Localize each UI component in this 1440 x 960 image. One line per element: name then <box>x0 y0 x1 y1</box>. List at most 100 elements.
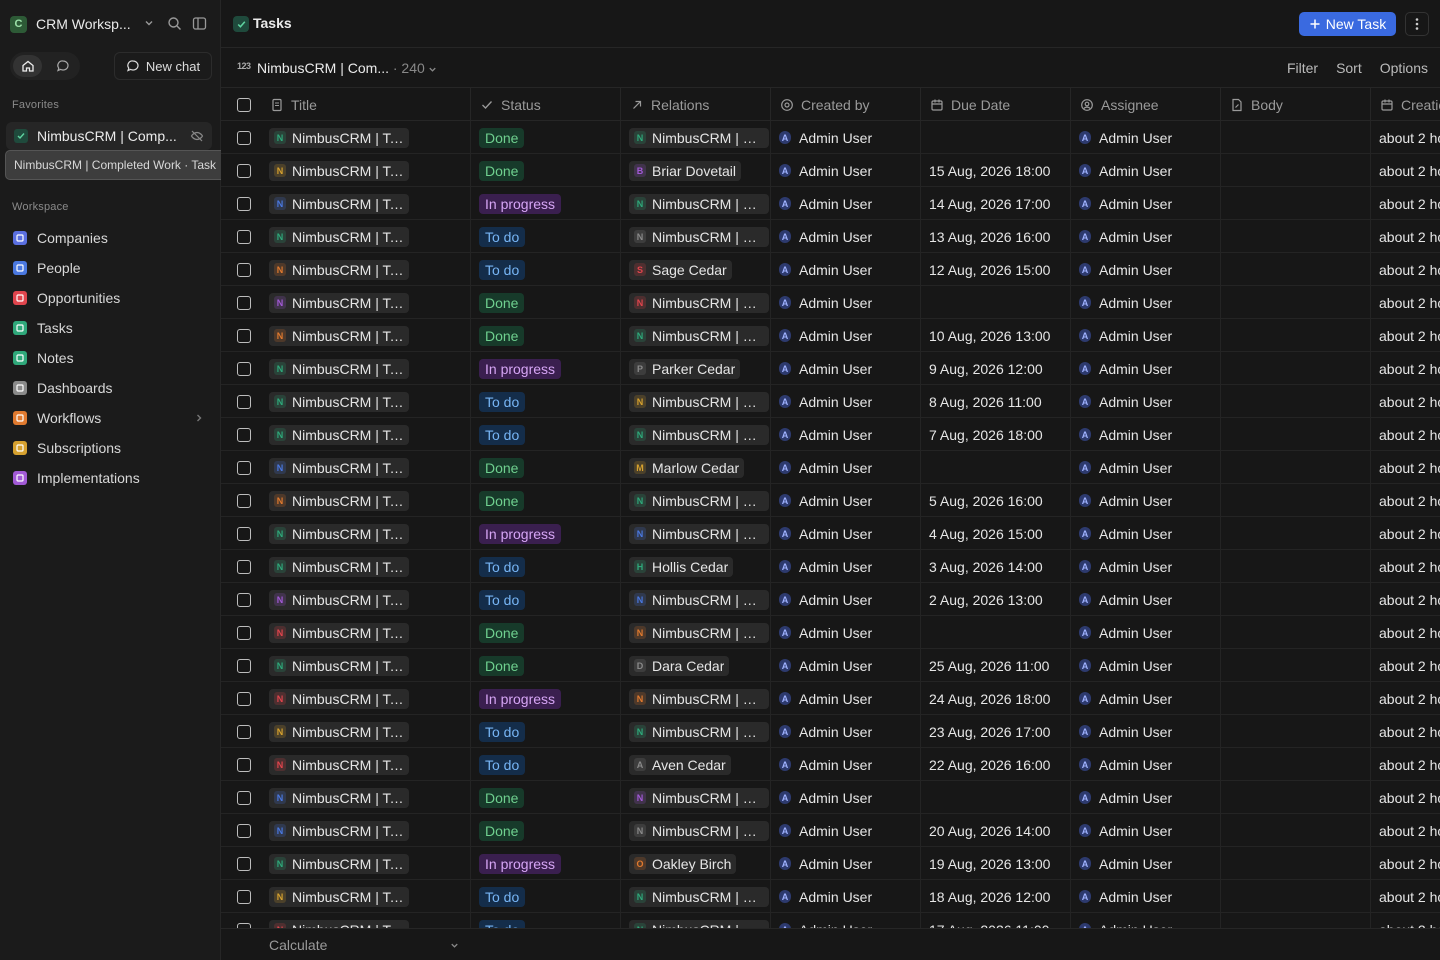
relation-chip[interactable]: N NimbusCRM | Co... <box>629 127 769 148</box>
title-chip[interactable]: N NimbusCRM | Task 233 | Re... <box>269 358 409 379</box>
relations-cell[interactable]: N NimbusCRM | Op... <box>621 682 771 715</box>
created-by-cell[interactable]: A Admin User <box>771 583 921 616</box>
body-cell[interactable] <box>1221 352 1371 385</box>
title-chip[interactable]: N NimbusCRM | Task 218 | Co... <box>269 853 409 874</box>
title-cell[interactable]: N NimbusCRM | Task 232 | Pr... <box>261 385 471 418</box>
body-cell[interactable] <box>1221 517 1371 550</box>
title-cell[interactable]: N NimbusCRM | Task 225 | Sc... <box>261 616 471 649</box>
options-button[interactable]: Options <box>1380 60 1428 76</box>
created-by-cell[interactable]: A Admin User <box>771 286 921 319</box>
created-by-cell[interactable]: A Admin User <box>771 814 921 847</box>
relation-chip[interactable]: P Parker Cedar <box>629 358 741 379</box>
new-task-button[interactable]: New Task <box>1299 12 1396 36</box>
row-checkbox[interactable] <box>237 625 251 640</box>
created-by-cell[interactable]: A Admin User <box>771 121 921 154</box>
title-chip[interactable]: N NimbusCRM | Task 231 | Dis... <box>269 424 409 445</box>
table-row[interactable]: N NimbusCRM | Task 229 | U... Done N NimbusC… <box>221 484 1440 517</box>
relations-cell[interactable]: A Aven Cedar <box>621 748 771 781</box>
due-date-cell[interactable]: 5 Aug, 2026 16:00 <box>921 484 1071 517</box>
creation-date-cell[interactable]: about 2 hours ago <box>1371 220 1440 253</box>
assignee-cell[interactable]: AAdmin User <box>1071 880 1221 913</box>
favorite-item[interactable]: NimbusCRM | Comp... <box>6 122 212 150</box>
title-chip[interactable]: N NimbusCRM | Task 235 | Sc... <box>269 292 409 313</box>
title-chip[interactable]: N NimbusCRM | Task 221 | Dis... <box>269 754 409 775</box>
due-date-cell[interactable]: 22 Aug, 2026 16:00 <box>921 748 1071 781</box>
assignee-cell[interactable]: AAdmin User <box>1071 253 1221 286</box>
relation-chip[interactable]: A Aven Cedar <box>629 754 731 775</box>
title-cell[interactable]: NNimbusCRM | Task 216 | Va... <box>261 913 471 928</box>
title-cell[interactable]: N NimbusCRM | Task 228 | C... <box>261 517 471 550</box>
due-date-cell[interactable]: 12 Aug, 2026 15:00 <box>921 253 1071 286</box>
due-date-cell[interactable] <box>921 121 1071 154</box>
body-cell[interactable] <box>1221 319 1371 352</box>
relation-chip[interactable]: N NimbusCRM | Op... <box>629 490 769 511</box>
creation-date-cell[interactable]: about 2 hours ago <box>1371 781 1440 814</box>
body-cell[interactable] <box>1221 187 1371 220</box>
title-cell[interactable]: N NimbusCRM | Task 237 | Dr... <box>261 220 471 253</box>
workspace-switcher[interactable]: C CRM Worksp... <box>10 12 210 36</box>
table-row[interactable]: N NimbusCRM | Task 228 | C... In progress N… <box>221 517 1440 550</box>
status-cell[interactable]: To do <box>471 715 621 748</box>
creation-date-cell[interactable]: about 2 hours ago <box>1371 913 1440 929</box>
relation-chip[interactable]: O Oakley Birch <box>629 853 737 874</box>
assignee-cell[interactable]: AAdmin User <box>1071 187 1221 220</box>
created-by-cell[interactable]: A Admin User <box>771 319 921 352</box>
created-by-cell[interactable]: A Admin User <box>771 880 921 913</box>
title-chip[interactable]: N NimbusCRM | Task 217 | Dr... <box>269 886 409 907</box>
created-by-cell[interactable]: A Admin User <box>771 220 921 253</box>
relations-cell[interactable]: N NimbusCRM | Op... <box>621 187 771 220</box>
column-header-creation-date[interactable]: Creatio <box>1371 88 1440 121</box>
search-icon[interactable] <box>167 16 182 31</box>
creation-date-cell[interactable]: about 2 hours ago <box>1371 418 1440 451</box>
assignee-cell[interactable]: AAdmin User <box>1071 484 1221 517</box>
table-row[interactable]: N NimbusCRM | Task 217 | Dr... To do N Nimbu… <box>221 880 1440 913</box>
due-date-cell[interactable]: 24 Aug, 2026 18:00 <box>921 682 1071 715</box>
assignee-cell[interactable]: AAdmin User <box>1071 418 1221 451</box>
created-by-cell[interactable]: A Admin User <box>771 451 921 484</box>
title-cell[interactable]: N NimbusCRM | Task 227 | Dr... <box>261 550 471 583</box>
assignee-cell[interactable]: AAdmin User <box>1071 319 1221 352</box>
due-date-cell[interactable] <box>921 781 1071 814</box>
row-checkbox[interactable] <box>237 559 251 574</box>
relations-cell[interactable]: N NimbusCRM | Op... <box>621 484 771 517</box>
due-date-cell[interactable] <box>921 286 1071 319</box>
status-cell[interactable]: Done <box>471 814 621 847</box>
body-cell[interactable] <box>1221 682 1371 715</box>
table-row[interactable]: N NimbusCRM | Task 236 | Va... To do S Sage … <box>221 253 1440 286</box>
due-date-cell[interactable]: 20 Aug, 2026 14:00 <box>921 814 1071 847</box>
relations-cell[interactable]: N NimbusCRM | Op... <box>621 583 771 616</box>
title-chip[interactable]: N NimbusCRM | Task 239 | U... <box>269 160 409 181</box>
row-checkbox[interactable] <box>237 724 251 739</box>
table-row[interactable]: N NimbusCRM | Task 218 | Co... In progress… <box>221 847 1440 880</box>
title-cell[interactable]: N NimbusCRM | Task 233 | Re... <box>261 352 471 385</box>
status-cell[interactable]: To do <box>471 913 621 928</box>
sidebar-item-subscriptions[interactable]: Subscriptions <box>6 434 212 462</box>
created-by-cell[interactable]: A Admin User <box>771 847 921 880</box>
relation-chip[interactable]: M Marlow Cedar <box>629 457 745 478</box>
creation-date-cell[interactable]: about 2 hours ago <box>1371 352 1440 385</box>
table-row[interactable]: N NimbusCRM | Task 235 | Sc... Done N Nimbus… <box>221 286 1440 319</box>
row-checkbox[interactable] <box>237 757 251 772</box>
creation-date-cell[interactable]: about 2 hours ago <box>1371 154 1440 187</box>
assignee-cell[interactable]: AAdmin User <box>1071 352 1221 385</box>
row-checkbox[interactable] <box>237 262 251 277</box>
table-row[interactable]: N NimbusCRM | Task 223 | Re... In progress… <box>221 682 1440 715</box>
assignee-cell[interactable]: AAdmin User <box>1071 913 1221 928</box>
relations-cell[interactable]: B Briar Dovetail <box>621 154 771 187</box>
status-cell[interactable]: To do <box>471 880 621 913</box>
due-date-cell[interactable] <box>921 451 1071 484</box>
body-cell[interactable] <box>1221 880 1371 913</box>
status-cell[interactable]: In progress <box>471 187 621 220</box>
status-cell[interactable]: In progress <box>471 847 621 880</box>
relation-chip[interactable]: N NimbusCRM | Co... <box>629 325 769 346</box>
row-checkbox[interactable] <box>237 823 251 838</box>
title-chip[interactable]: N NimbusCRM | Task 230 | Sh... <box>269 457 409 478</box>
title-cell[interactable]: N NimbusCRM | Task 234 | C... <box>261 319 471 352</box>
creation-date-cell[interactable]: about 2 hours ago <box>1371 847 1440 880</box>
title-chip[interactable]: N NimbusCRM | Task 220 | Sh... <box>269 787 409 808</box>
relation-chip[interactable]: N NimbusCRM | Co... <box>629 721 769 742</box>
assignee-cell[interactable]: AAdmin User <box>1071 286 1221 319</box>
row-checkbox[interactable] <box>237 493 251 508</box>
status-cell[interactable]: To do <box>471 748 621 781</box>
title-cell[interactable]: N NimbusCRM | Task 219 | Up... <box>261 814 471 847</box>
